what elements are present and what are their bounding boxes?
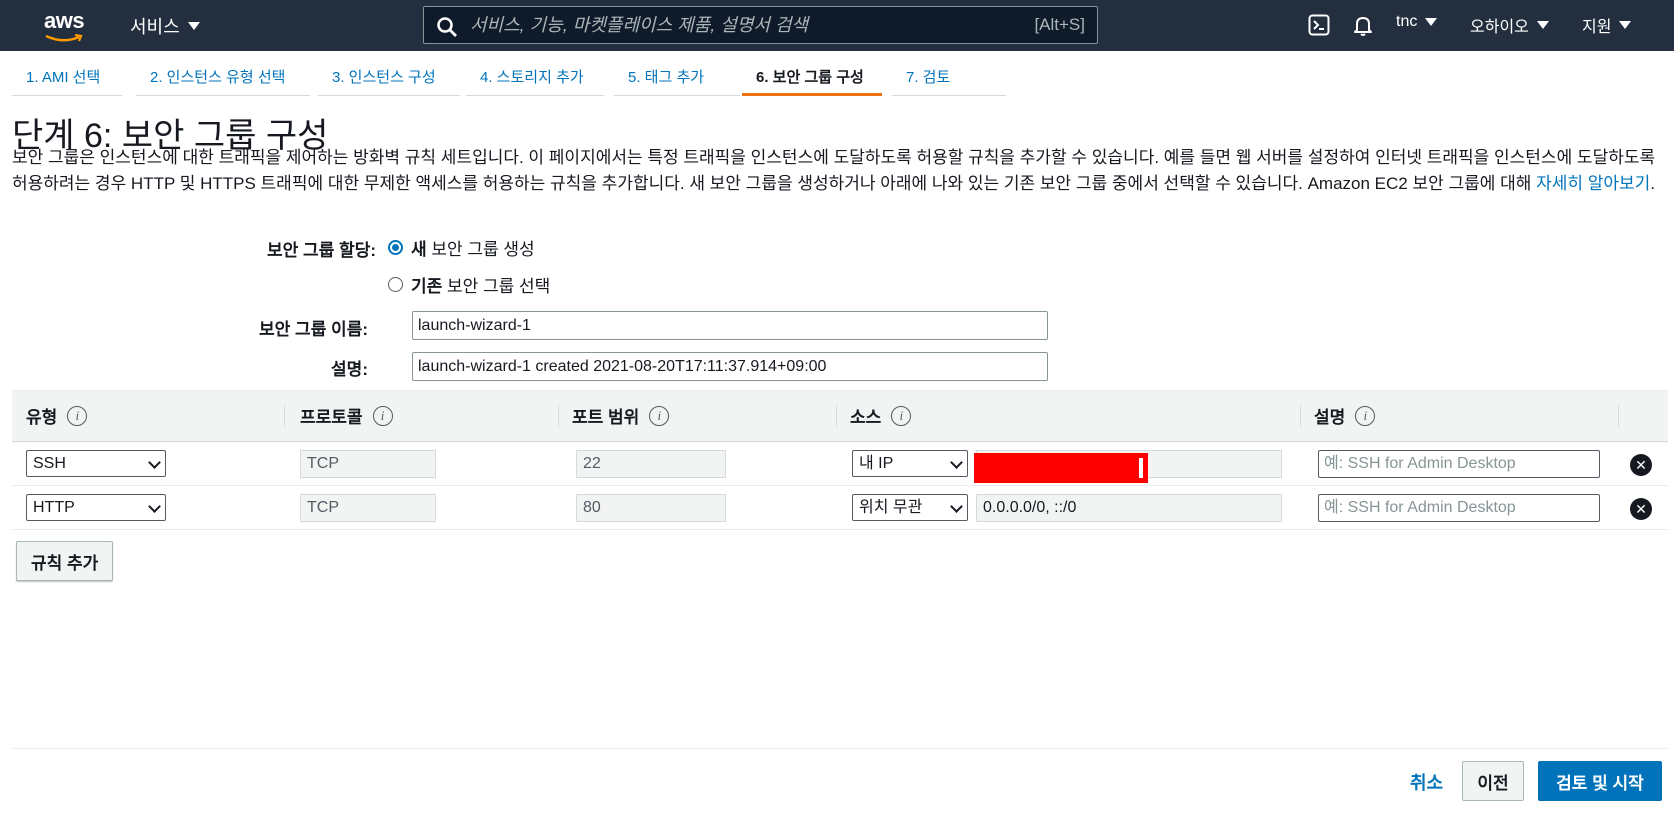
- column-header-type: 유형 i: [26, 403, 88, 428]
- column-header-description: 설명 i: [1314, 403, 1376, 428]
- rule-source-value-field[interactable]: [974, 450, 1282, 483]
- tab-step-2-instance-type[interactable]: 2. 인스턴스 유형 선택: [136, 60, 310, 96]
- security-group-name-label: 보안 그룹 이름:: [259, 320, 368, 339]
- support-label: 지원: [1582, 19, 1612, 36]
- column-header-port-range: 포트 범위 i: [572, 403, 670, 428]
- tab-step-3-instance-config[interactable]: 3. 인스턴스 구성: [318, 60, 460, 96]
- column-divider: [284, 405, 285, 427]
- chevron-down-icon: [950, 500, 963, 513]
- radio-button-checked[interactable]: [388, 240, 403, 255]
- chevron-down-icon: [950, 456, 963, 469]
- account-label: tnc: [1396, 13, 1418, 30]
- services-label: 서비스: [130, 17, 180, 37]
- tab-step-7-review[interactable]: 7. 검토: [892, 60, 1006, 96]
- radio-new-security-group[interactable]: 새 보안 그룹 생성: [388, 235, 535, 260]
- column-header-source: 소스 i: [850, 403, 912, 428]
- info-icon[interactable]: i: [891, 405, 912, 426]
- tab-step-5-tags[interactable]: 5. 태그 추가: [614, 60, 740, 96]
- assign-security-group-label: 보안 그룹 할당:: [267, 241, 376, 260]
- aws-logo-text: aws: [44, 8, 85, 33]
- info-icon[interactable]: i: [649, 405, 670, 426]
- bell-icon: [1354, 17, 1372, 36]
- caret-down-icon: [187, 22, 200, 30]
- column-divider: [836, 405, 837, 427]
- tab-step-4-storage[interactable]: 4. 스토리지 추가: [466, 60, 604, 96]
- search-box[interactable]: [Alt+S]: [423, 6, 1098, 44]
- option-new-text: 보안 그룹 생성: [431, 240, 535, 259]
- rule-source-value-field[interactable]: 0.0.0.0/0, ::/0: [976, 494, 1282, 522]
- rule-type-select[interactable]: SSH: [26, 450, 166, 477]
- cancel-link[interactable]: 취소: [1410, 769, 1443, 795]
- rules-table-header: 유형 i 프로토콜 i 포트 범위 i 소스 i 설명 i: [12, 390, 1668, 442]
- delete-rule-icon[interactable]: ✕: [1630, 454, 1652, 476]
- previous-button[interactable]: 이전: [1462, 761, 1524, 801]
- cloudshell-icon: [1308, 14, 1330, 36]
- search-shortcut-hint: [Alt+S]: [1034, 15, 1085, 34]
- chevron-down-icon: [148, 500, 161, 513]
- rule-port-range-field: 22: [576, 450, 726, 478]
- column-divider: [1618, 405, 1619, 427]
- rule-description-input[interactable]: [1318, 450, 1600, 478]
- search-input[interactable]: [470, 14, 990, 36]
- info-icon[interactable]: i: [372, 405, 393, 426]
- column-divider: [558, 405, 559, 427]
- chevron-down-icon: [148, 456, 161, 469]
- info-icon[interactable]: i: [1355, 405, 1376, 426]
- account-menu[interactable]: tnc: [1396, 13, 1438, 31]
- table-row: SSH TCP 22 내 IP ✕: [12, 442, 1668, 486]
- column-header-protocol: 프로토콜 i: [300, 403, 393, 428]
- radio-existing-security-group[interactable]: 기존 보안 그룹 선택: [388, 272, 550, 297]
- cloudshell-button[interactable]: [1308, 14, 1330, 36]
- rule-type-select[interactable]: HTTP: [26, 494, 166, 521]
- tab-step-6-security-group[interactable]: 6. 보안 그룹 구성: [742, 60, 882, 96]
- option-existing-bold: 기존: [411, 277, 443, 296]
- option-existing-text: 보안 그룹 선택: [447, 277, 551, 296]
- search-icon: [437, 17, 457, 37]
- radio-button[interactable]: [388, 277, 403, 292]
- notifications-button[interactable]: [1352, 14, 1374, 36]
- rule-description-input[interactable]: [1318, 494, 1600, 522]
- caret-down-icon: [1619, 21, 1632, 29]
- rule-source-select[interactable]: 위치 무관: [852, 494, 968, 521]
- caret-down-icon: [1536, 21, 1549, 29]
- region-label: 오하이오: [1470, 19, 1529, 36]
- review-and-launch-button[interactable]: 검토 및 시작: [1538, 761, 1662, 801]
- aws-smile-icon: [45, 34, 83, 42]
- rule-port-range-field: 80: [576, 494, 726, 522]
- description-text: 보안 그룹은 인스턴스에 대한 트래픽을 제어하는 방화벽 규칙 세트입니다. …: [12, 148, 1656, 193]
- aws-logo[interactable]: aws: [44, 8, 88, 42]
- security-group-description-input[interactable]: [412, 352, 1048, 381]
- option-new-bold: 새: [411, 240, 427, 259]
- top-navigation-bar: aws 서비스 [Alt+S] tnc 오하이오: [0, 0, 1674, 51]
- support-menu[interactable]: 지원: [1582, 13, 1632, 37]
- security-group-description-label: 설명:: [331, 360, 368, 379]
- services-menu[interactable]: 서비스: [130, 13, 200, 39]
- rule-source-select[interactable]: 내 IP: [852, 450, 968, 477]
- table-row: HTTP TCP 80 위치 무관 0.0.0.0/0, ::/0 ✕: [12, 486, 1668, 530]
- rule-protocol-field: TCP: [300, 450, 436, 478]
- redacted-ip-overlay: [974, 453, 1148, 483]
- add-rule-button[interactable]: 규칙 추가: [16, 541, 114, 581]
- delete-rule-icon[interactable]: ✕: [1630, 498, 1652, 520]
- description-end: .: [1650, 174, 1656, 193]
- region-menu[interactable]: 오하이오: [1470, 13, 1549, 37]
- column-divider: [1300, 405, 1301, 427]
- footer-divider: [12, 748, 1668, 749]
- learn-more-link[interactable]: 자세히 알아보기: [1536, 174, 1650, 193]
- tab-step-1-ami[interactable]: 1. AMI 선택: [12, 60, 122, 96]
- page-description: 보안 그룹은 인스턴스에 대한 트래픽을 제어하는 방화벽 규칙 세트입니다. …: [12, 145, 1662, 197]
- info-icon[interactable]: i: [67, 405, 88, 426]
- caret-down-icon: [1425, 18, 1438, 26]
- security-group-name-input[interactable]: [412, 311, 1048, 340]
- rule-protocol-field: TCP: [300, 494, 436, 522]
